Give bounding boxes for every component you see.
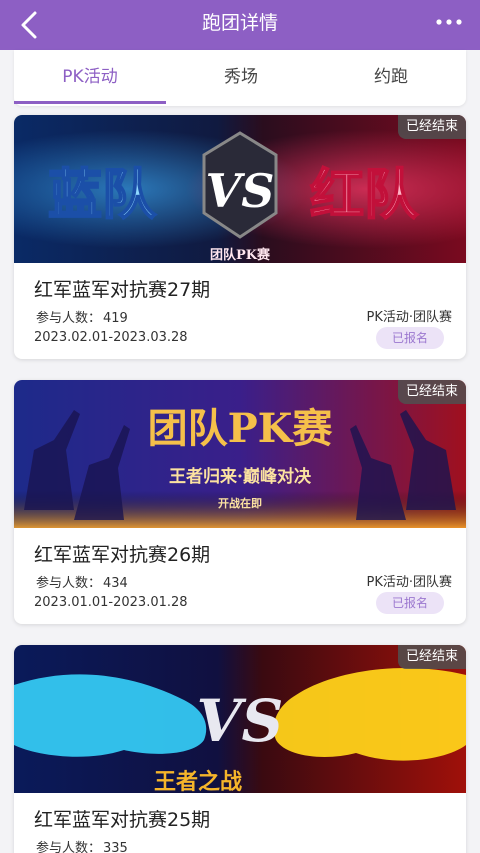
activity-card[interactable]: VS 王者之战 已经结束 红军蓝军对抗赛25期 参与人数： 335 (14, 645, 466, 853)
activity-type: PK活动·团队赛 (366, 575, 453, 590)
participant-value: 335 (103, 841, 128, 853)
signup-status-badge: 已报名 (376, 592, 444, 614)
status-badge: 已经结束 (397, 645, 466, 669)
tab-pk-activity[interactable]: PK活动 (14, 50, 166, 106)
activity-title: 红军蓝军对抗赛25期 (34, 809, 211, 831)
banner-tagline: 王者归来·巅峰对决 (169, 466, 312, 487)
activity-card[interactable]: 蓝队 VS 红队 团队PK赛 已经结束 红军蓝军对抗赛27期 参与人数： 419 … (14, 115, 466, 359)
status-badge: 已经结束 (397, 115, 466, 139)
banner-vs-text: VS (197, 687, 284, 755)
tab-bar: PK活动 秀场 约跑 (14, 50, 466, 106)
status-badge: 已经结束 (397, 380, 466, 404)
activity-title: 红军蓝军对抗赛27期 (34, 279, 211, 301)
banner-left-team-text: 蓝队 (48, 162, 157, 226)
participant-count: 参与人数： 335 (34, 837, 128, 853)
participant-count: 参与人数： 434 (34, 572, 128, 591)
participant-label: 参与人数： (36, 311, 102, 326)
banner-main-text: 团队PK赛 (148, 405, 334, 452)
activity-card[interactable]: 团队PK赛 王者归来·巅峰对决 开战在即 已经结束 红军蓝军对抗赛26期 参与人… (14, 380, 466, 624)
ellipsis-icon[interactable] (434, 12, 464, 32)
activity-date-range: 2023.01.01-2023.01.28 (34, 595, 188, 610)
activity-banner-image: 团队PK赛 王者归来·巅峰对决 开战在即 (14, 380, 466, 528)
participant-label: 参与人数： (36, 841, 102, 853)
banner-right-team-text: 红队 (310, 162, 419, 226)
banner-sub-text: 团队PK赛 (210, 247, 271, 263)
activity-banner-image: VS 王者之战 (14, 645, 466, 793)
banner-sub-text: 开战在即 (218, 496, 262, 510)
participant-label: 参与人数： (36, 576, 102, 591)
banner-vs-text: VS (206, 164, 275, 218)
tab-run-together[interactable]: 约跑 (316, 50, 466, 106)
top-bar: 跑团详情 (0, 0, 480, 50)
page-title: 跑团详情 (201, 12, 278, 34)
activity-banner-image: 蓝队 VS 红队 团队PK赛 (14, 115, 466, 263)
signup-status-badge: 已报名 (376, 327, 444, 349)
activity-date-range: 2023.02.01-2023.03.28 (34, 330, 188, 345)
participant-count: 参与人数： 419 (34, 307, 128, 326)
tab-show[interactable]: 秀场 (166, 50, 316, 106)
activity-title: 红军蓝军对抗赛26期 (34, 544, 211, 566)
active-tab-indicator (14, 101, 166, 104)
activity-type: PK活动·团队赛 (366, 310, 453, 325)
banner-sub-text: 王者之战 (154, 769, 242, 793)
participant-value: 434 (103, 576, 128, 591)
participant-value: 419 (103, 311, 128, 326)
